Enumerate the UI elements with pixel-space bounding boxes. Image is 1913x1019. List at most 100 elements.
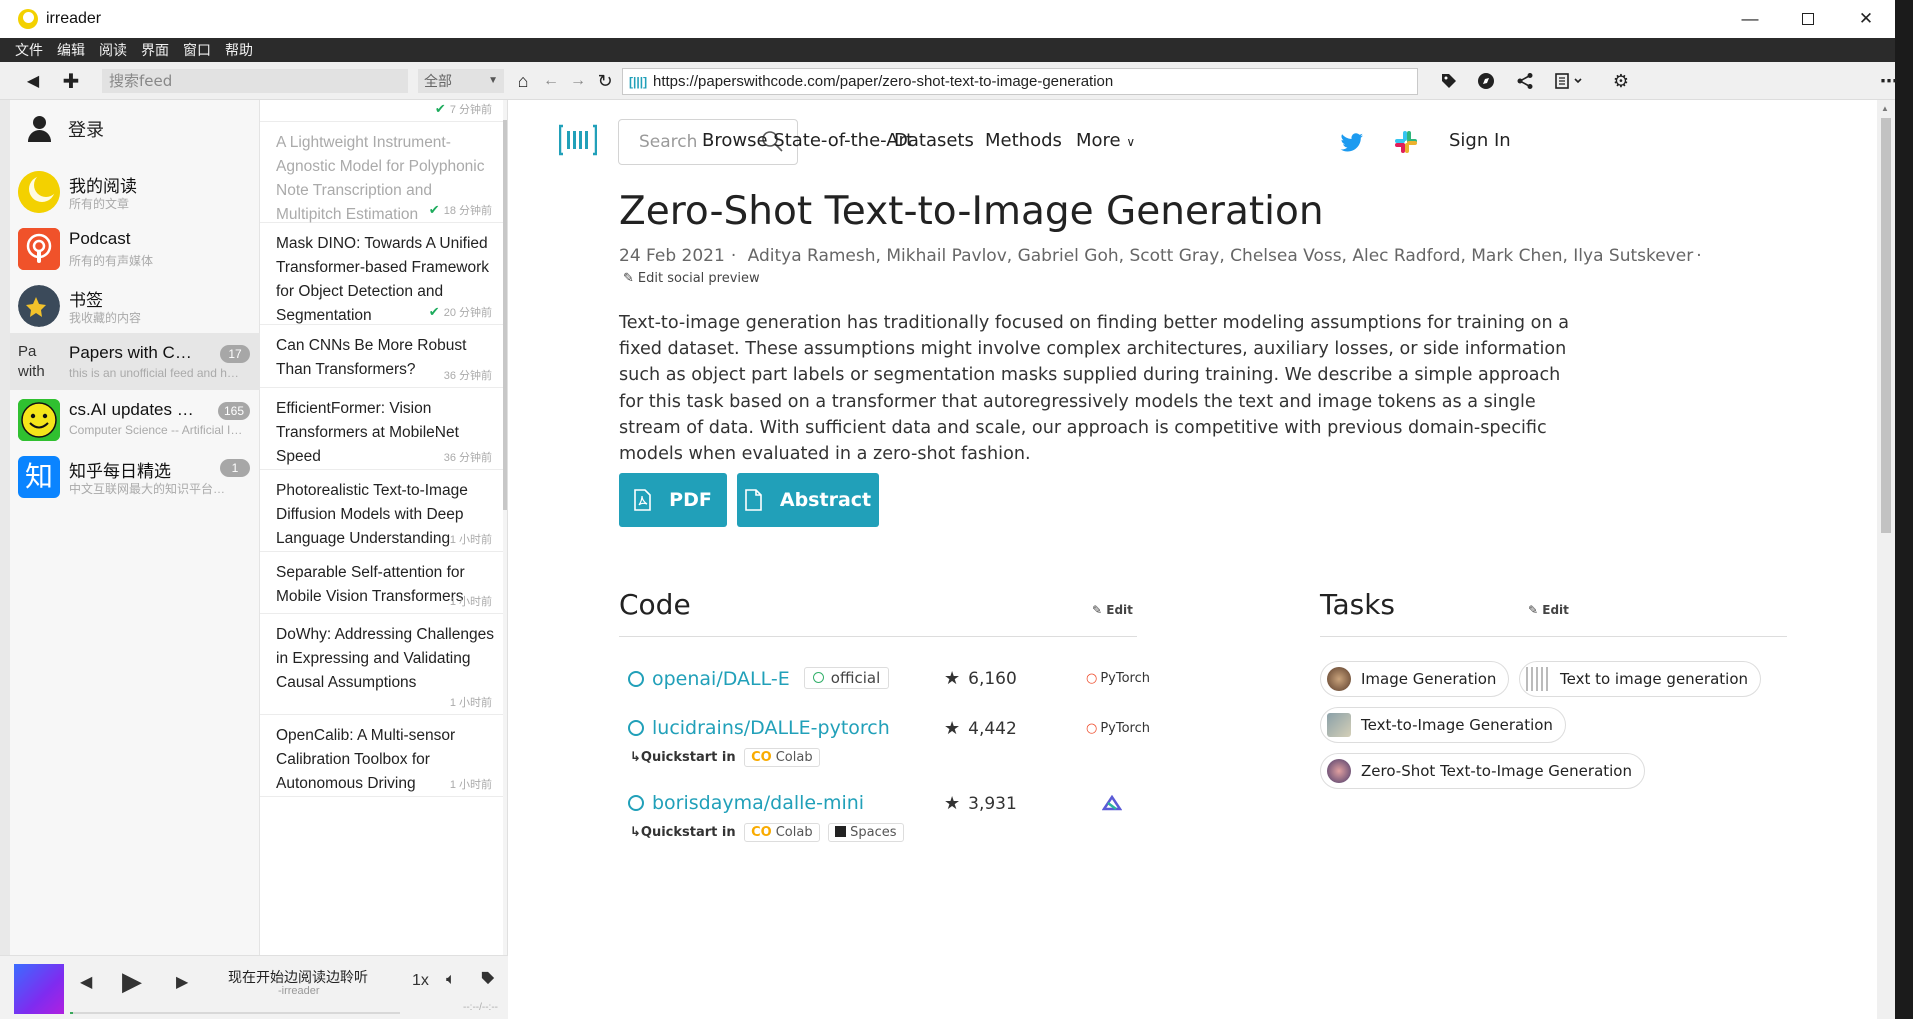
nav-more[interactable]: More ∨ [1076, 130, 1135, 151]
tasks-edit-link[interactable]: ✎ Edit [1528, 603, 1569, 617]
nav-browse-sota[interactable]: Browse State-of-the-Art [702, 130, 913, 151]
filter-value: 全部 [424, 73, 452, 89]
close-button[interactable]: ✕ [1837, 0, 1895, 38]
repo-link[interactable]: lucidrains/DALLE-pytorch [628, 717, 890, 739]
scrollbar-thumb[interactable] [1881, 118, 1891, 533]
author-link[interactable]: Scott Gray, [1129, 246, 1224, 266]
pdf-button[interactable]: PDF [619, 473, 727, 527]
feed-filter-select[interactable]: 全部 ▼ [418, 69, 504, 93]
author-link[interactable]: Chelsea Voss, [1230, 246, 1347, 266]
forward-icon[interactable]: → [565, 62, 591, 100]
broken-image-icon: Pa with [18, 342, 60, 384]
menu-help[interactable]: 帮助 [225, 40, 253, 60]
list-item[interactable]: EfficientFormer: Vision Transformers at … [260, 388, 504, 470]
list-item[interactable]: A Lightweight Instrument-Agnostic Model … [260, 122, 504, 223]
menu-edit[interactable]: 编辑 [57, 40, 85, 60]
document-icon [745, 489, 762, 511]
nav-methods[interactable]: Methods [985, 130, 1062, 151]
previous-icon[interactable]: ◀ [80, 972, 92, 992]
author-link[interactable]: Ilya Sutskever [1573, 246, 1693, 266]
repo-link[interactable]: borisdayma/dalle-mini [628, 792, 864, 814]
minimize-button[interactable]: — [1721, 0, 1779, 38]
repo-stars: ★ 4,442 [944, 718, 1017, 739]
twitter-icon[interactable] [1340, 133, 1364, 153]
back-icon[interactable]: ← [538, 62, 564, 100]
feed-name: Podcast [69, 229, 131, 248]
author-link[interactable]: Alec Radford, [1352, 246, 1465, 266]
menu-read[interactable]: 阅读 [99, 40, 127, 60]
home-icon[interactable]: ⌂ [510, 62, 536, 100]
list-item[interactable]: ✔ 7 分钟前 [260, 100, 504, 122]
task-pill[interactable]: Zero-Shot Text-to-Image Generation [1320, 753, 1645, 789]
feed-item-zhihu[interactable]: 知 知乎每日精选 中文互联网最大的知识平台… 1 [10, 447, 260, 504]
compass-icon[interactable] [1473, 62, 1499, 100]
author-link[interactable]: Gabriel Goh, [1018, 246, 1124, 266]
tag-icon[interactable] [481, 971, 495, 990]
colab-icon: CO [751, 750, 772, 765]
login-button[interactable]: 登录 [26, 116, 104, 142]
framework-label: ○ PyTorch [1086, 671, 1150, 686]
feed-item-podcast[interactable]: Podcast 所有的有声媒体 [10, 219, 260, 276]
volume-icon[interactable]: 🔈︎ [446, 971, 456, 989]
repo-link[interactable]: openai/DALL-E official [628, 667, 890, 690]
share-icon[interactable] [1512, 62, 1538, 100]
list-item[interactable]: OpenCalib: A Multi-sensor Calibration To… [260, 715, 504, 797]
scroll-up-icon[interactable]: ▲ [1881, 104, 1889, 113]
podcast-icon [18, 228, 60, 270]
feed-item-cs-ai[interactable]: cs.AI updates … Computer Science -- Arti… [10, 390, 260, 447]
play-icon[interactable]: ▶ [122, 966, 142, 997]
repo-name: borisdayma/dalle-mini [652, 792, 865, 814]
menu-interface[interactable]: 界面 [141, 40, 169, 60]
playback-time: --:--/--:-- [463, 1002, 498, 1013]
web-scrollbar[interactable]: ▲ [1877, 100, 1895, 1019]
github-icon [628, 671, 644, 687]
list-item[interactable]: Photorealistic Text-to-Image Diffusion M… [260, 470, 504, 552]
colab-button[interactable]: CO Colab [744, 823, 820, 842]
author-link[interactable]: Mark Chen, [1471, 246, 1568, 266]
maximize-button[interactable] [1779, 0, 1837, 38]
task-pill[interactable]: Image Generation [1320, 661, 1510, 697]
add-feed-icon[interactable]: ✚ [58, 62, 84, 100]
spaces-button[interactable]: Spaces [828, 823, 904, 842]
collapse-left-icon[interactable]: ◀ [20, 62, 46, 100]
menu-window[interactable]: 窗口 [183, 40, 211, 60]
list-item[interactable]: DoWhy: Addressing Challenges in Expressi… [260, 614, 504, 715]
pwc-logo-icon[interactable] [559, 124, 597, 156]
list-item[interactable] [260, 797, 504, 857]
colab-button[interactable]: CO Colab [744, 748, 820, 767]
article-list-scrollbar[interactable] [503, 100, 507, 955]
feed-search-input[interactable]: 搜索feed [102, 69, 408, 93]
list-item[interactable]: Separable Self-attention for Mobile Visi… [260, 552, 504, 614]
nav-datasets[interactable]: Datasets [894, 130, 974, 151]
list-item[interactable]: Can CNNs Be More Robust Than Transformer… [260, 325, 504, 388]
reload-icon[interactable]: ↻ [592, 62, 618, 100]
playback-progress[interactable] [70, 1012, 400, 1014]
next-icon[interactable]: ▶ [176, 972, 188, 992]
more-options-icon[interactable]: ⋯ [1876, 62, 1902, 100]
list-item[interactable]: Mask DINO: Towards A Unified Transformer… [260, 223, 504, 325]
edit-social-preview[interactable]: ✎ Edit social preview [623, 271, 760, 286]
feed-item-papers-with-code[interactable]: Pa with Papers with C… this is an unoffi… [10, 333, 260, 390]
task-thumbnail-icon [1327, 713, 1351, 737]
article-time: 36 分钟前 [443, 452, 492, 464]
edit-icon: ✎ [623, 271, 634, 286]
feed-item-bookmarks[interactable]: 书签 我收藏的内容 [10, 276, 260, 333]
code-edit-link[interactable]: ✎ Edit [1092, 603, 1133, 617]
code-divider [619, 636, 1137, 637]
task-pill[interactable]: Text-to-Image Generation [1320, 707, 1566, 743]
feed-item-my-reading[interactable]: 我的阅读 所有的文章 [10, 162, 260, 219]
speed-button[interactable]: 1x [412, 972, 429, 990]
reader-mode-icon[interactable] [1552, 62, 1588, 100]
sign-in-link[interactable]: Sign In [1449, 130, 1511, 151]
user-icon [26, 116, 52, 142]
settings-gear-icon[interactable]: ⚙ [1608, 62, 1634, 100]
slack-icon[interactable] [1394, 130, 1418, 154]
author-link[interactable]: Mikhail Pavlov, [886, 246, 1012, 266]
abstract-button[interactable]: Abstract [737, 473, 879, 527]
star-icon: ★ [944, 793, 961, 814]
task-pill[interactable]: Text to image generation [1519, 661, 1761, 697]
author-link[interactable]: Aditya Ramesh, [748, 246, 881, 266]
url-bar[interactable]: [|||] https://paperswithcode.com/paper/z… [622, 68, 1418, 95]
tag-icon[interactable] [1436, 62, 1462, 100]
menu-file[interactable]: 文件 [15, 40, 43, 60]
